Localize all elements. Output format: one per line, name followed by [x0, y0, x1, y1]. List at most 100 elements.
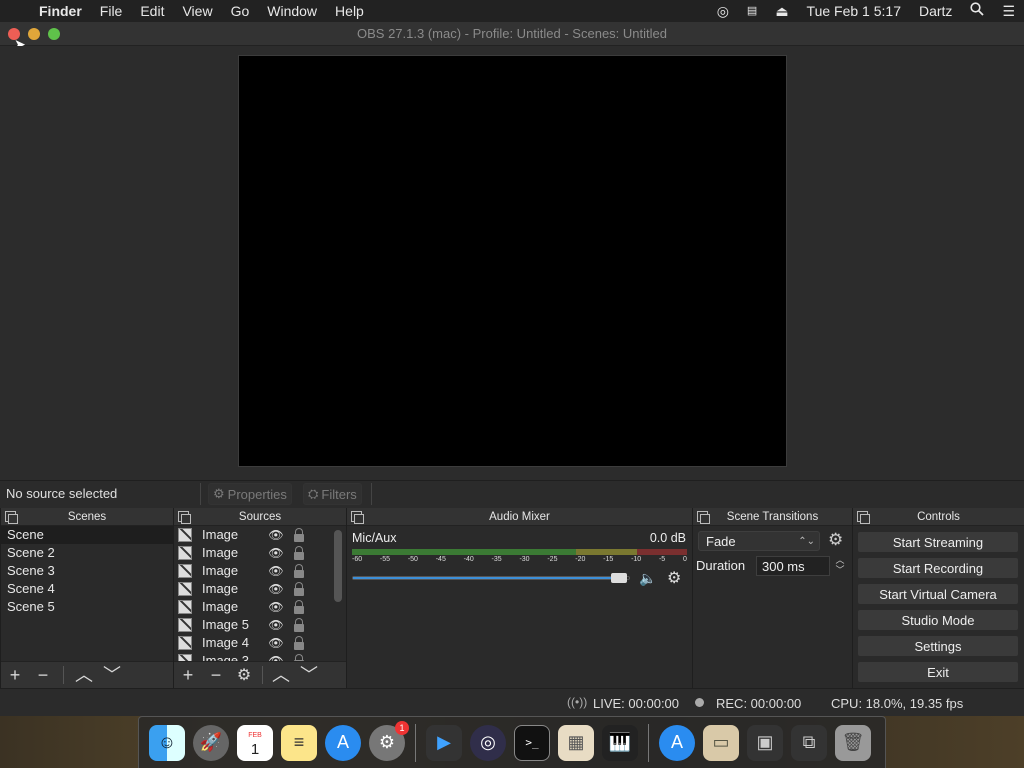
lock-icon[interactable]	[294, 581, 304, 596]
minimize-window-button[interactable]	[28, 28, 40, 40]
remove-source-button[interactable]: −	[202, 662, 230, 689]
image-source-icon	[178, 528, 192, 542]
start-recording-button[interactable]: Start Recording	[857, 557, 1019, 579]
lock-icon[interactable]	[294, 545, 304, 560]
lock-icon[interactable]	[294, 617, 304, 632]
dock-float-icon[interactable]	[178, 511, 191, 524]
sources-scrollbar[interactable]	[334, 530, 342, 602]
controls-title: Controls	[917, 511, 960, 523]
transition-select[interactable]: Fade ⌃⌄	[698, 531, 820, 551]
duration-input[interactable]: 300 ms	[756, 556, 830, 576]
zoom-window-button[interactable]	[48, 28, 60, 40]
notes-icon[interactable]: ≡	[281, 724, 317, 761]
transition-properties-gear-icon[interactable]: ⚙	[828, 530, 843, 550]
trash-icon[interactable]: 🗑	[835, 724, 871, 761]
source-item[interactable]: Image 👁	[174, 544, 332, 562]
screen-capture-icon[interactable]: ⧉	[791, 724, 827, 761]
visibility-eye-icon[interactable]: 👁	[268, 598, 284, 616]
source-item[interactable]: Image 👁	[174, 580, 332, 598]
properties-button[interactable]: ⚙ Properties	[208, 483, 292, 505]
spreadsheet-icon[interactable]: ▦	[558, 724, 594, 761]
scene-item[interactable]: Scene 2	[1, 544, 173, 562]
lock-icon[interactable]	[294, 527, 304, 542]
menu-edit[interactable]: Edit	[131, 0, 173, 22]
exit-button[interactable]: Exit	[857, 661, 1019, 683]
window-stack-icon[interactable]: ▣	[747, 724, 783, 761]
obs-status-icon[interactable]: ◎	[708, 0, 738, 22]
scene-item[interactable]: Scene	[1, 526, 173, 544]
dock-float-icon[interactable]	[857, 511, 870, 524]
source-item[interactable]: Image 👁	[174, 562, 332, 580]
duration-stepper[interactable]: ︿ ﹀	[833, 555, 847, 577]
transitions-title: Scene Transitions	[726, 511, 819, 523]
visibility-eye-icon[interactable]: 👁	[268, 580, 284, 598]
menu-help[interactable]: Help	[326, 0, 373, 22]
settings-button[interactable]: Settings	[857, 635, 1019, 657]
image-viewer-icon[interactable]: ▭	[703, 724, 739, 761]
system-preferences-icon[interactable]: ⚙ 1	[369, 720, 409, 761]
start-virtual-camera-button[interactable]: Start Virtual Camera	[857, 583, 1019, 605]
lock-icon[interactable]	[294, 599, 304, 614]
visibility-eye-icon[interactable]: 👁	[268, 562, 284, 580]
terminal-icon[interactable]: >_	[514, 724, 550, 761]
move-scene-down-button[interactable]: ﹀	[98, 662, 126, 689]
source-item[interactable]: Image 👁	[174, 526, 332, 544]
menu-view[interactable]: View	[173, 0, 221, 22]
lock-icon[interactable]	[294, 635, 304, 650]
source-item[interactable]: Image 3 👁	[174, 652, 332, 661]
visibility-eye-icon[interactable]: 👁	[268, 616, 284, 634]
obs-studio-icon[interactable]: ◎	[470, 724, 506, 761]
visibility-eye-icon[interactable]: 👁	[268, 526, 284, 544]
app-store-icon[interactable]: A	[325, 724, 361, 761]
visibility-eye-icon[interactable]: 👁	[268, 634, 284, 652]
remove-scene-button[interactable]: −	[29, 662, 57, 689]
scene-item[interactable]: Scene 5	[1, 598, 173, 616]
scene-item[interactable]: Scene 3	[1, 562, 173, 580]
dock-float-icon[interactable]	[5, 511, 18, 524]
spotlight-search-icon[interactable]	[961, 0, 993, 22]
source-item[interactable]: Image 4 👁	[174, 634, 332, 652]
source-item[interactable]: Image 👁	[174, 598, 332, 616]
cpu-fps-readout: CPU: 18.0%, 19.35 fps	[831, 696, 964, 711]
us-flag-icon[interactable]: ▤	[738, 0, 766, 22]
dock-float-icon[interactable]	[697, 511, 710, 524]
menu-file[interactable]: File	[91, 0, 132, 22]
menubar-clock[interactable]: Tue Feb 1 5:17	[798, 0, 910, 22]
audio-settings-gear-icon[interactable]: ⚙	[667, 568, 681, 588]
calendar-icon[interactable]: FEB 1	[237, 724, 273, 761]
menu-go[interactable]: Go	[222, 0, 259, 22]
volume-slider-track[interactable]	[352, 576, 630, 580]
menubar-user[interactable]: Dartz	[910, 0, 961, 22]
source-properties-gear-icon[interactable]: ⚙	[230, 662, 258, 689]
studio-mode-button[interactable]: Studio Mode	[857, 609, 1019, 631]
eject-icon[interactable]: ⏏	[766, 0, 797, 22]
dock-float-icon[interactable]	[351, 511, 364, 524]
start-streaming-button[interactable]: Start Streaming	[857, 531, 1019, 553]
finder-icon[interactable]: ☺	[149, 724, 185, 761]
add-source-button[interactable]: +	[174, 662, 202, 689]
piano-keyboard-icon[interactable]: 🎹	[602, 724, 638, 761]
meter-tick-label: 0	[682, 556, 687, 563]
app-store-download-icon[interactable]: A	[659, 724, 695, 761]
program-preview-canvas[interactable]	[238, 55, 787, 467]
move-source-down-button[interactable]: ﹀	[295, 662, 323, 689]
mute-speaker-icon[interactable]: 🔈	[639, 570, 656, 587]
scene-item[interactable]: Scene 4	[1, 580, 173, 598]
add-scene-button[interactable]: +	[1, 662, 29, 689]
visibility-eye-icon[interactable]: 👁	[268, 544, 284, 562]
notification-center-icon[interactable]: ☰	[993, 0, 1024, 22]
lock-icon[interactable]	[294, 563, 304, 578]
video-player-icon[interactable]: ▶	[426, 724, 462, 761]
meter-tick-label: -30	[519, 556, 530, 563]
menu-finder[interactable]: Finder	[30, 0, 91, 22]
launchpad-icon[interactable]: 🚀	[193, 724, 229, 761]
move-scene-up-button[interactable]: ︿	[70, 662, 98, 689]
volume-slider-handle[interactable]	[610, 573, 627, 583]
filters-button[interactable]: ⛭ Filters	[303, 483, 362, 505]
move-source-up-button[interactable]: ︿	[267, 662, 295, 689]
source-item[interactable]: Image 5 👁	[174, 616, 332, 634]
menu-window[interactable]: Window	[258, 0, 326, 22]
mixer-channel-name: Mic/Aux	[352, 531, 397, 545]
scenes-title: Scenes	[67, 511, 107, 523]
visibility-eye-icon[interactable]: 👁	[268, 652, 284, 661]
